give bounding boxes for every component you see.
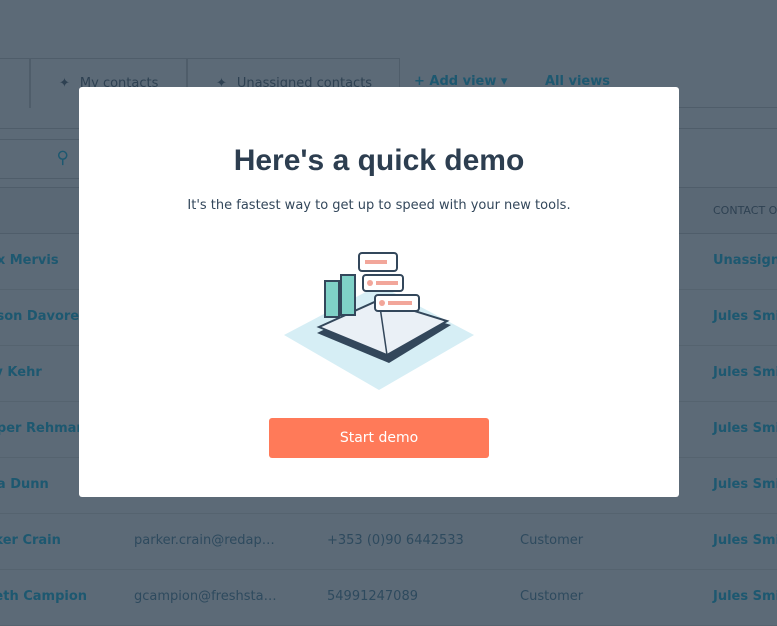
contact-name-link[interactable]: rker Crain [0, 533, 61, 548]
owner-cell[interactable]: Jules Smith [713, 309, 777, 324]
contact-name-link[interactable]: lia Dunn [0, 477, 49, 492]
email-cell: parker.crain@redap… [134, 533, 275, 548]
lifecycle-cell: Customer [520, 589, 584, 604]
start-demo-button[interactable]: Start demo [269, 418, 489, 458]
table-row: rker Crain parker.crain@redap… +353 (0)90 … [0, 514, 777, 570]
owner-cell[interactable]: Jules Smith [713, 589, 777, 604]
contact-name-link[interactable]: ry Kehr [0, 365, 42, 380]
phone-cell: +353 (0)90 6442533 [327, 533, 464, 548]
owner-cell[interactable]: Jules Smith [713, 533, 777, 548]
email-cell: gcampion@freshsta… [134, 589, 277, 604]
lifecycle-cell: Customer [520, 533, 584, 548]
contact-name-link[interactable]: reth Campion [0, 589, 87, 604]
search-icon: ⚲ [56, 148, 69, 168]
book-illustration [284, 252, 474, 390]
contact-name-link[interactable]: yson Davoren [0, 309, 88, 324]
table-row: reth Campion gcampion@freshsta… 5499124708… [0, 570, 777, 626]
contact-name-link[interactable]: ex Mervis [0, 253, 59, 268]
search-input[interactable]: ⚲ [0, 139, 80, 179]
owner-cell[interactable]: Jules Smith [713, 421, 777, 436]
owner-cell[interactable]: Jules Smith [713, 477, 777, 492]
pin-icon: ✦ [59, 76, 70, 91]
tab-all[interactable] [0, 58, 30, 108]
owner-cell[interactable]: Unassigned [713, 253, 777, 268]
owner-cell[interactable]: Jules Smith [713, 365, 777, 380]
modal-subtitle: It's the fastest way to get up to speed … [187, 198, 571, 213]
contact-name-link[interactable]: oper Rehman [0, 421, 86, 436]
demo-modal: Here's a quick demo It's the fastest way… [79, 87, 679, 497]
column-header-contact-owner[interactable]: CONTACT O [713, 204, 777, 217]
phone-cell: 54991247089 [327, 589, 418, 604]
modal-title: Here's a quick demo [233, 144, 525, 177]
